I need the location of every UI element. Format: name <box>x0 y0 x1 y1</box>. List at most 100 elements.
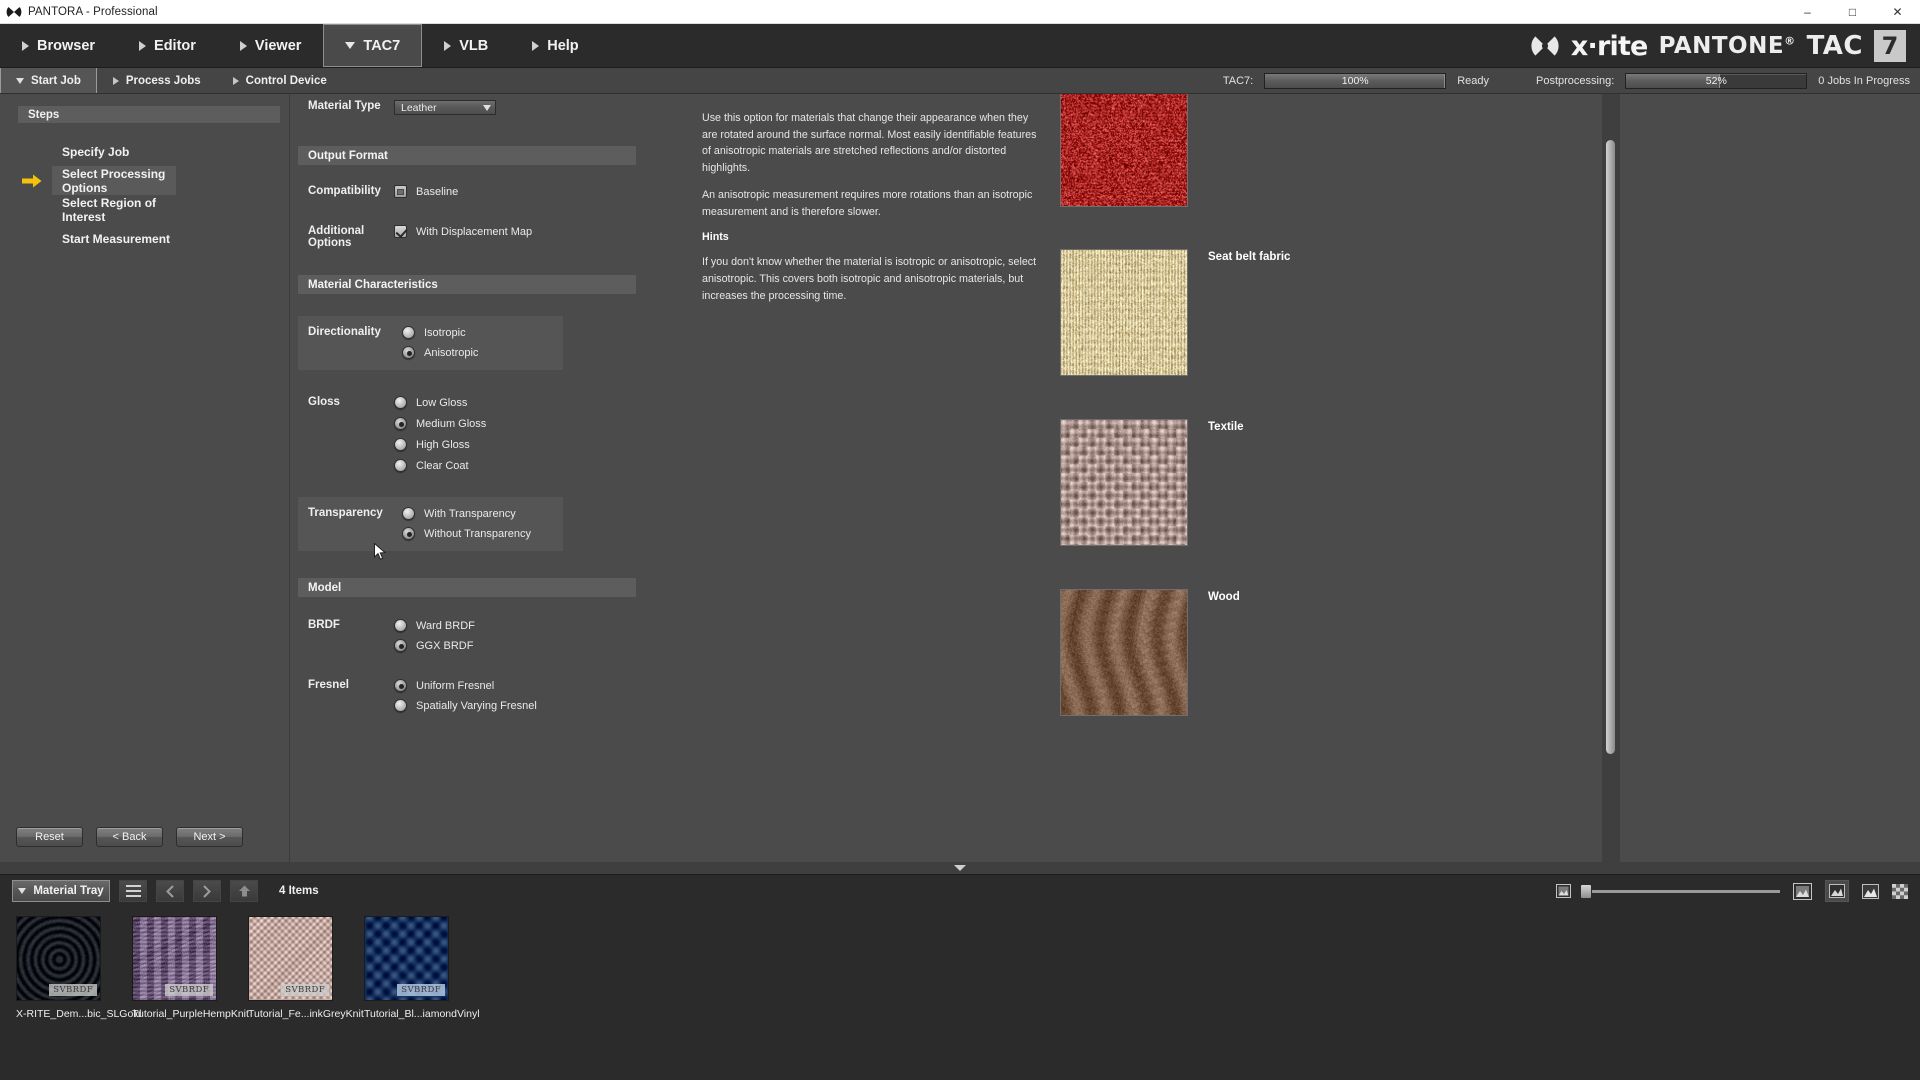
back-button[interactable]: < Back <box>96 827 163 847</box>
menu-item-browser[interactable]: Browser <box>0 24 117 67</box>
preview-item-textile[interactable]: Textile <box>1060 419 1244 546</box>
minimize-button[interactable]: – <box>1785 0 1830 24</box>
option-ward-brdf[interactable]: Ward BRDF <box>394 619 475 632</box>
step-start-measurement[interactable]: Start Measurement <box>52 224 176 253</box>
option-spatially-varying-fresnel[interactable]: Spatially Varying Fresnel <box>394 699 537 712</box>
steps-header: Steps <box>18 106 280 123</box>
maximize-button[interactable]: □ <box>1830 0 1875 24</box>
tab-control-device[interactable]: Control Device <box>217 68 343 93</box>
material-tray-items: SVBRDF X-RITE_Dem...bic_SLGold SVBRDF Tu… <box>0 907 1920 1020</box>
chevron-right-icon <box>232 76 239 85</box>
image-view-icon <box>1829 884 1845 898</box>
list-view-button[interactable] <box>119 880 147 902</box>
option-low-gloss[interactable]: Low Gloss <box>394 396 486 409</box>
radio-unselected-icon <box>402 507 415 520</box>
tray-item[interactable]: SVBRDF X-RITE_Dem...bic_SLGold <box>16 916 142 1020</box>
option-with-displacement-map[interactable]: With Displacement Map <box>394 225 532 238</box>
brand-tac-text: TAC <box>1806 31 1863 61</box>
step-select-processing-options[interactable]: Select Processing Options <box>52 166 176 195</box>
slider-knob[interactable] <box>1580 883 1592 899</box>
brand-lockup: x·rite PANTONE® TAC 7 <box>1530 24 1906 68</box>
material-preview-list: Carpet Seat belt fabric Textile Wood <box>1060 94 1620 874</box>
radio-unselected-icon <box>394 459 407 472</box>
material-type-select[interactable]: Leather <box>394 100 496 115</box>
option-ggx-brdf[interactable]: GGX BRDF <box>394 639 475 652</box>
preview-item-wood[interactable]: Wood <box>1060 589 1240 716</box>
steps-panel: Steps Specify Job Select Processing Opti… <box>0 94 290 874</box>
preview-item-seat-belt-fabric[interactable]: Seat belt fabric <box>1060 249 1290 376</box>
option-anisotropic[interactable]: Anisotropic <box>402 346 478 359</box>
up-button[interactable] <box>230 880 258 902</box>
option-without-transparency[interactable]: Without Transparency <box>402 527 531 540</box>
close-button[interactable]: ✕ <box>1875 0 1920 24</box>
large-thumbnail-icon[interactable] <box>1793 882 1812 900</box>
collapse-panel-handle[interactable] <box>0 862 1920 874</box>
chevron-right-icon <box>239 40 247 51</box>
material-tray-panel: Material Tray 4 Items SVBRDF X-RITE_Dem.… <box>0 874 1920 1080</box>
radio-unselected-icon <box>394 619 407 632</box>
gradient-view-icon[interactable] <box>1862 883 1879 899</box>
main-menubar: Browser Editor Viewer TAC7 VLB Help x·ri… <box>0 24 1920 68</box>
preview-scrollbar-thumb[interactable] <box>1606 140 1615 754</box>
option-uniform-fresnel[interactable]: Uniform Fresnel <box>394 679 537 692</box>
material-tray-tab[interactable]: Material Tray <box>12 880 110 902</box>
preview-item-label: Textile <box>1208 421 1244 433</box>
row-additional-options: Additional Options With Displacement Map <box>290 225 680 249</box>
chevron-right-icon <box>22 40 29 51</box>
brand-tac-number: 7 <box>1874 30 1906 62</box>
preview-item-carpet[interactable]: Carpet <box>1060 94 1244 207</box>
tray-thumbnail[interactable]: SVBRDF <box>132 916 217 1001</box>
tab-start-job[interactable]: Start Job <box>0 68 97 93</box>
thumbnail-size-slider[interactable] <box>1580 883 1780 899</box>
list-view-icon <box>125 885 141 897</box>
option-label: Clear Coat <box>416 459 469 472</box>
menu-item-viewer[interactable]: Viewer <box>218 24 324 67</box>
menu-label: Editor <box>154 37 196 54</box>
tab-process-jobs[interactable]: Process Jobs <box>97 68 217 93</box>
tray-item[interactable]: SVBRDF Tutorial_Bl...iamondVinyl <box>364 916 480 1020</box>
tray-thumbnail[interactable]: SVBRDF <box>248 916 333 1001</box>
option-label: GGX BRDF <box>416 639 474 652</box>
tray-item-label: X-RITE_Dem...bic_SLGold <box>16 1008 142 1020</box>
menu-item-editor[interactable]: Editor <box>117 24 218 67</box>
preview-item-label: Wood <box>1208 591 1240 603</box>
tray-item-label: Tutorial_Fe...inkGreyKnit <box>248 1008 364 1020</box>
menu-item-tac7[interactable]: TAC7 <box>323 24 423 67</box>
option-medium-gloss[interactable]: Medium Gloss <box>394 417 486 430</box>
xrite-logo-icon <box>6 3 22 20</box>
postprocessing-progress-value: 52% <box>1705 75 1727 87</box>
small-thumbnail-icon[interactable] <box>1556 884 1571 898</box>
step-select-region-of-interest[interactable]: Select Region of Interest <box>52 195 176 224</box>
step-specify-job[interactable]: Specify Job <box>52 137 176 166</box>
form-scroll-area[interactable]: Material Type Leather Output Format Comp… <box>290 94 680 874</box>
material-tray-toolbar: Material Tray 4 Items <box>0 875 1920 907</box>
tray-item-label: Tutorial_Bl...iamondVinyl <box>364 1008 480 1020</box>
menu-item-vlb[interactable]: VLB <box>422 24 510 67</box>
option-label: Ward BRDF <box>416 619 475 632</box>
brand-xrite-text: x·rite <box>1570 30 1648 62</box>
help-hints-heading: Hints <box>702 231 729 244</box>
menu-item-help[interactable]: Help <box>510 24 600 67</box>
reset-button[interactable]: Reset <box>16 827 83 847</box>
tray-item[interactable]: SVBRDF Tutorial_PurpleHempKnit <box>132 916 249 1020</box>
tray-item[interactable]: SVBRDF Tutorial_Fe...inkGreyKnit <box>248 916 364 1020</box>
radio-selected-icon <box>402 346 415 359</box>
previous-button[interactable] <box>156 880 184 902</box>
checker-view-icon[interactable] <box>1892 883 1908 899</box>
svbrdf-badge: SVBRDF <box>165 984 213 996</box>
window-titlebar: PANTORA - Professional – □ ✕ <box>0 0 1920 24</box>
option-high-gloss[interactable]: High Gloss <box>394 438 486 451</box>
view-image-button[interactable] <box>1825 880 1849 902</box>
tray-thumbnail[interactable]: SVBRDF <box>364 916 449 1001</box>
next-button[interactable] <box>193 880 221 902</box>
next-button[interactable]: Next > <box>176 827 243 847</box>
help-paragraph-3: If you don't know whether the material i… <box>702 256 1037 302</box>
additional-options-label: Additional Options <box>308 225 365 249</box>
option-isotropic[interactable]: Isotropic <box>402 326 478 339</box>
compatibility-option-baseline[interactable]: Baseline <box>394 185 458 198</box>
tray-thumbnail[interactable]: SVBRDF <box>16 916 101 1001</box>
step-label: Start Measurement <box>62 231 171 246</box>
preview-scrollbar-track[interactable] <box>1602 94 1620 874</box>
option-clear-coat[interactable]: Clear Coat <box>394 459 486 472</box>
option-with-transparency[interactable]: With Transparency <box>402 507 531 520</box>
